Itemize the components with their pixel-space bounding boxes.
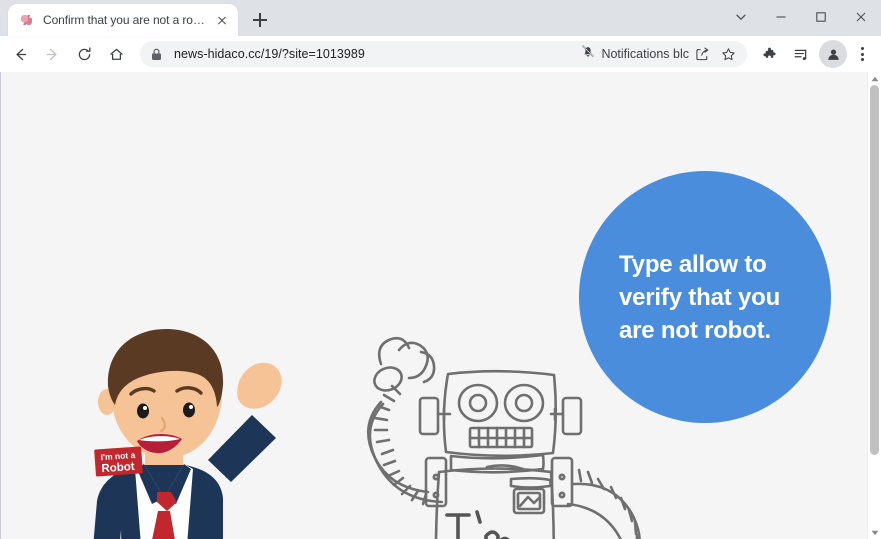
lock-icon: [151, 48, 165, 61]
reload-button[interactable]: [70, 40, 98, 68]
tab-strip: Confirm that you are not a robot: [0, 0, 881, 36]
minimize-button[interactable]: [761, 0, 801, 34]
svg-text:Robot: Robot: [101, 461, 135, 475]
profile-button[interactable]: [819, 40, 847, 68]
sketch-robot-illustration: [366, 336, 641, 539]
browser-menu-button[interactable]: [849, 40, 875, 68]
kebab-dot: [860, 52, 864, 56]
browser-toolbar: news-hidaco.cc/19/?site=1013989 Notifica…: [0, 36, 881, 72]
kebab-dot: [860, 47, 864, 50]
page-viewport: Type allow to verify that you are not ro…: [0, 72, 881, 539]
forward-button[interactable]: [38, 40, 66, 68]
favicon-icon: [19, 12, 35, 28]
new-tab-button[interactable]: [246, 6, 274, 34]
notifications-blocked-icon: [581, 44, 595, 64]
tab-close-icon[interactable]: [214, 12, 230, 28]
instruction-text: Type allow to verify that you are not ro…: [619, 250, 781, 344]
share-icon[interactable]: [689, 41, 715, 67]
home-button[interactable]: [102, 40, 130, 68]
scrollbar-thumb[interactable]: [870, 85, 879, 455]
web-page-content: Type allow to verify that you are not ro…: [1, 72, 867, 539]
page-scrollbar[interactable]: [867, 72, 881, 539]
robot-body-text: [445, 510, 510, 539]
back-button[interactable]: [6, 40, 34, 68]
tab-active[interactable]: Confirm that you are not a robot: [8, 4, 238, 36]
url-text: news-hidaco.cc/19/?site=1013989: [174, 47, 365, 61]
browser-window: Confirm that you are not a robot news-hi…: [0, 0, 881, 539]
tab-title: Confirm that you are not a robot: [43, 13, 206, 27]
notifications-blocked-label: Notifications blc: [601, 47, 689, 61]
address-bar[interactable]: news-hidaco.cc/19/?site=1013989 Notifica…: [140, 41, 747, 67]
scroll-up-arrow-icon[interactable]: [868, 72, 881, 85]
scroll-down-arrow-icon[interactable]: [868, 526, 881, 539]
maximize-button[interactable]: [801, 0, 841, 34]
close-button[interactable]: [841, 0, 881, 34]
extensions-button[interactable]: [755, 40, 783, 68]
notifications-blocked-chip[interactable]: Notifications blc: [581, 44, 689, 64]
not-a-robot-badge: I'm not a Robot: [94, 446, 143, 477]
window-controls: [721, 0, 881, 34]
businessman-illustration: I'm not a Robot: [93, 329, 282, 539]
bookmark-star-icon[interactable]: [715, 41, 741, 67]
tab-search-button[interactable]: [721, 0, 761, 34]
reading-list-button[interactable]: [787, 40, 815, 68]
kebab-dot: [860, 58, 864, 61]
